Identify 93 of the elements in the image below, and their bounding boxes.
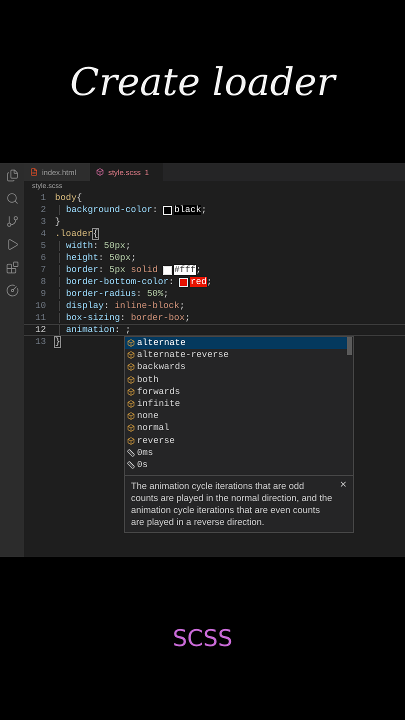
unit-icon — [127, 460, 135, 469]
scrollbar-thumb[interactable] — [347, 337, 352, 355]
line-number: 6 — [40, 253, 46, 263]
close-button[interactable]: × — [339, 480, 347, 528]
suggestion-item[interactable]: alternate-reverse — [125, 349, 347, 362]
code-token: background-color — [66, 205, 152, 215]
code-token: red — [190, 277, 207, 287]
color-swatch[interactable] — [163, 206, 172, 214]
blocks-icon[interactable] — [6, 261, 18, 274]
branch-icon[interactable] — [6, 215, 18, 228]
suggestion-item[interactable]: none — [125, 410, 347, 422]
code-token: : — [98, 265, 105, 275]
code-token: } — [55, 217, 60, 227]
code-token: : — [136, 289, 143, 299]
code-token: display — [66, 301, 104, 311]
code-token: { — [92, 229, 98, 239]
suggestion-item[interactable]: normal — [125, 422, 347, 434]
value-icon — [127, 363, 135, 372]
suggestion-item[interactable]: both — [125, 374, 347, 386]
value-icon — [127, 388, 135, 396]
line-number: 5 — [40, 241, 46, 251]
suggestion-item[interactable]: alternate — [125, 337, 347, 350]
line-number: 11 — [34, 313, 46, 323]
code-token: inline-block — [114, 301, 180, 311]
code-token: .loader — [55, 229, 93, 239]
line-number: 13 — [34, 337, 46, 347]
code-token: ; — [179, 301, 185, 311]
value-icon — [127, 376, 135, 384]
line-number: 1 — [40, 193, 46, 203]
code-token: : — [120, 313, 126, 323]
line-number: 12 — [34, 325, 46, 335]
file-icon — [96, 168, 104, 176]
code-token: : ; — [114, 325, 131, 335]
code-token: border-box — [130, 313, 185, 323]
code-token: ; — [196, 265, 202, 275]
suggestion-item[interactable]: backwards — [125, 361, 347, 374]
value-icon — [127, 412, 135, 420]
line-number: 9 — [40, 289, 46, 299]
code-token: : — [104, 301, 110, 311]
suggestion-item[interactable]: forwards — [125, 386, 347, 398]
value-icon — [127, 424, 135, 432]
code-token: #fff — [174, 265, 196, 275]
code-token: ; — [130, 253, 136, 263]
caption: SCSS — [172, 626, 232, 652]
code-token: : — [168, 277, 176, 287]
code-token: black — [174, 205, 202, 215]
line-number: 8 — [40, 277, 46, 287]
code-token: ; — [201, 205, 207, 215]
code-token: solid — [130, 265, 159, 275]
value-icon — [127, 436, 135, 445]
code-token: 50px — [109, 253, 131, 263]
code-token: box-sizing — [66, 313, 120, 323]
video-title: Create loader — [70, 60, 335, 104]
code-token: border-radius — [66, 289, 136, 299]
unit-icon — [127, 448, 135, 457]
value-icon — [127, 400, 135, 408]
value-icon — [127, 351, 135, 360]
line-number: 3 — [40, 217, 46, 227]
color-swatch[interactable] — [179, 278, 188, 286]
code-token: ; — [184, 313, 190, 323]
search-icon[interactable] — [6, 192, 18, 205]
suggestion-description: The animation cycle iterations that are odd counts are played in the normal direction, and the animation cycle iterations that are even counts are played in a reverse direction. — [131, 480, 334, 528]
suggestion-item[interactable]: 0ms — [125, 446, 347, 459]
code-token: : — [93, 241, 100, 251]
gauge-icon[interactable] — [6, 284, 18, 297]
code-token: 5px — [109, 265, 126, 275]
line-number: 10 — [34, 301, 46, 311]
suggestion-item[interactable]: 0s — [125, 458, 347, 472]
suggestion-item[interactable]: reverse — [125, 434, 347, 447]
code-token: ; — [125, 241, 131, 251]
code-token: width — [66, 241, 94, 251]
line-number: 4 — [40, 229, 46, 239]
line-number: 2 — [40, 205, 46, 215]
files-icon[interactable] — [6, 169, 18, 182]
code-token: } — [55, 337, 60, 347]
code-token: 50px — [104, 241, 126, 251]
code-token: { — [76, 193, 82, 203]
code-token: height — [66, 253, 98, 263]
code-token: : — [98, 253, 105, 263]
value-icon — [127, 339, 135, 348]
code-token: border-bottom-color — [66, 277, 169, 287]
suggestion-item[interactable]: infinite — [125, 398, 347, 410]
code-token: ; — [206, 277, 212, 287]
code-token: 50% — [147, 289, 164, 299]
line-number: 7 — [40, 265, 46, 275]
color-swatch[interactable] — [163, 266, 172, 274]
code-token: ; — [163, 289, 169, 299]
code-token: : — [152, 205, 159, 215]
file-icon — [30, 168, 38, 176]
code-token: border — [66, 265, 98, 275]
code-token: animation — [66, 325, 115, 335]
play-icon[interactable] — [6, 238, 18, 251]
code-token: body — [55, 193, 77, 203]
